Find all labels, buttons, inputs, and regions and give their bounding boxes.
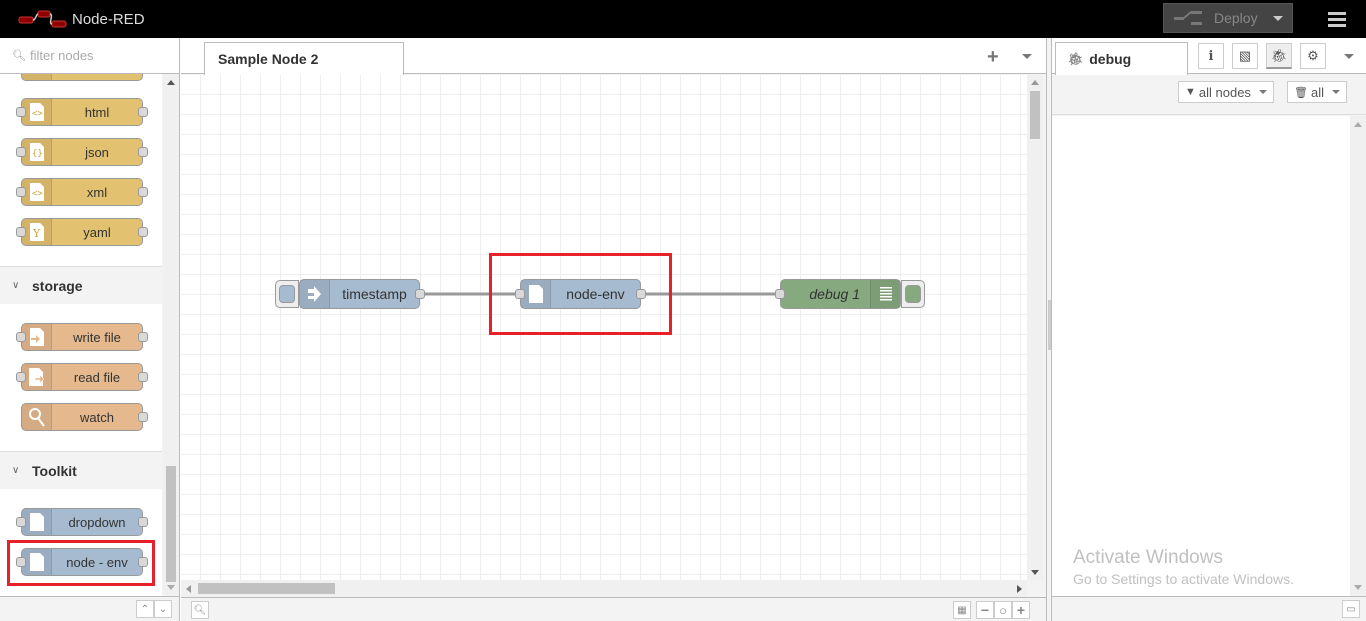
search-flows-button[interactable]: 🔍︎: [191, 601, 209, 619]
palette-node-read-file[interactable]: read file: [16, 363, 148, 391]
flow-node-debug-1[interactable]: debug 1: [775, 279, 901, 309]
sidebar-tabs-dropdown[interactable]: [1344, 54, 1354, 59]
deploy-button[interactable]: Deploy: [1163, 3, 1293, 33]
code-icon: <>: [22, 179, 52, 205]
debug-toggle-button[interactable]: [901, 280, 925, 308]
palette-node-list: csv <> html {} json <> xml Y yaml ∨ stor…: [0, 74, 162, 596]
deploy-icon: [1174, 11, 1202, 25]
yaml-icon: Y: [22, 219, 52, 245]
workspace-footer: 🔍︎ ▦ − ○ +: [181, 597, 1046, 621]
app-title: Node-RED: [72, 10, 145, 28]
category-toolkit-header[interactable]: ∨ Toolkit: [0, 451, 162, 489]
svg-text:<>: <>: [32, 109, 43, 119]
file-out-icon: [22, 364, 52, 390]
deploy-options-dropdown[interactable]: [1264, 4, 1292, 32]
palette-node-html[interactable]: <> html: [16, 98, 148, 126]
search-icon: [22, 404, 52, 430]
filter-icon: ▼: [1185, 86, 1196, 98]
file-in-icon: [22, 324, 52, 350]
debug-scrollbar[interactable]: [1350, 116, 1366, 596]
tab-sample-node-2[interactable]: Sample Node 2: [204, 42, 404, 75]
tab-debug[interactable]: 🐞︎ debug: [1055, 42, 1188, 75]
palette-footer: ⌃ ⌄: [0, 596, 179, 621]
palette-scrollbar[interactable]: [163, 74, 179, 596]
palette-node-yaml[interactable]: Y yaml: [16, 218, 148, 246]
output-port[interactable]: [415, 289, 425, 299]
debug-clear-dropdown[interactable]: 🗑︎ all: [1287, 81, 1347, 103]
chevron-down-icon: ∨: [12, 465, 20, 476]
canvas-horizontal-scrollbar[interactable]: [181, 580, 1027, 597]
flow-canvas[interactable]: timestamp node-env debug 1: [181, 75, 1027, 580]
debug-toolbar: ▼ all nodes 🗑︎ all: [1052, 75, 1366, 115]
workspace: Sample Node 2 + timestamp node-env debug…: [181, 38, 1046, 621]
bug-icon: 🐞︎: [1270, 47, 1288, 63]
zoom-in-button[interactable]: +: [1012, 601, 1030, 619]
palette-node-csv[interactable]: csv: [21, 74, 143, 81]
chevron-down-icon: ∨: [12, 280, 20, 291]
svg-text:<>: <>: [32, 189, 43, 199]
gear-icon: ⚙: [1307, 48, 1319, 63]
header-bar: Node-RED Deploy: [0, 0, 1366, 38]
palette-node-xml[interactable]: <> xml: [16, 178, 148, 206]
inject-arrow-icon: [300, 280, 330, 308]
sidebar: 🐞︎ debug i ▧ 🐞︎ ⚙ ▼ all nodes 🗑︎ all ▭: [1052, 38, 1366, 621]
flow-list-dropdown-icon[interactable]: [1022, 54, 1032, 59]
search-icon: 🔍︎: [193, 604, 207, 616]
search-icon: 🔍︎: [12, 50, 26, 62]
book-icon: ▧: [1238, 48, 1252, 63]
open-debug-window-button[interactable]: ▭: [1342, 600, 1360, 618]
node-red-logo-icon: [18, 10, 67, 28]
svg-text:{}: {}: [32, 149, 43, 159]
filter-nodes-input[interactable]: 🔍︎ filter nodes: [0, 38, 179, 74]
add-flow-button[interactable]: +: [987, 46, 999, 69]
collapse-all-button[interactable]: ⌃: [136, 600, 154, 618]
category-storage-header[interactable]: ∨ storage: [0, 266, 162, 304]
inject-trigger-button[interactable]: [275, 280, 299, 308]
debug-filter-dropdown[interactable]: ▼ all nodes: [1178, 81, 1274, 103]
debug-messages-panel: [1052, 116, 1350, 596]
palette-node-write-file[interactable]: write file: [16, 323, 148, 351]
workspace-tabs: Sample Node 2 +: [181, 38, 1046, 75]
main-menu-button[interactable]: [1320, 6, 1354, 32]
palette-node-watch[interactable]: watch: [21, 403, 148, 431]
input-port[interactable]: [775, 289, 785, 299]
highlight-box-palette-node-env: [7, 540, 155, 586]
info-tab-button[interactable]: i: [1198, 43, 1224, 69]
config-tab-button[interactable]: ⚙: [1300, 43, 1326, 69]
sidebar-tabs: 🐞︎ debug i ▧ 🐞︎ ⚙: [1052, 38, 1366, 75]
code-icon: <>: [22, 99, 52, 125]
caret-down-icon: [1273, 15, 1283, 21]
node-palette: 🔍︎ filter nodes csv <> html {} json <> x…: [0, 38, 180, 621]
debug-tab-button[interactable]: 🐞︎: [1266, 43, 1292, 69]
navigator-button[interactable]: ▦: [953, 601, 971, 619]
debug-list-icon: [870, 280, 900, 308]
svg-text:Y: Y: [32, 227, 41, 240]
zoom-out-button[interactable]: −: [976, 601, 994, 619]
zoom-reset-button[interactable]: ○: [994, 601, 1012, 619]
deploy-label: Deploy: [1214, 10, 1258, 26]
palette-node-json[interactable]: {} json: [16, 138, 148, 166]
file-icon: [22, 509, 52, 535]
trash-icon: 🗑︎: [1294, 86, 1308, 99]
expand-all-button[interactable]: ⌄: [154, 600, 172, 618]
filter-placeholder: filter nodes: [29, 48, 94, 63]
canvas-vertical-scrollbar[interactable]: [1027, 75, 1043, 580]
monitor-icon: ▭: [1346, 603, 1356, 615]
help-tab-button[interactable]: ▧: [1232, 43, 1258, 69]
bug-icon: 🐞︎: [1068, 52, 1084, 66]
app-logo: Node-RED: [18, 7, 145, 31]
flow-node-timestamp[interactable]: timestamp: [299, 279, 425, 309]
map-icon: ▦: [957, 604, 967, 616]
windows-activation-watermark: Activate Windows Go to Settings to activ…: [1073, 547, 1294, 587]
braces-icon: {}: [22, 139, 52, 165]
palette-node-dropdown[interactable]: dropdown: [16, 508, 148, 536]
highlight-box-flow-node-env: [489, 253, 672, 335]
sidebar-footer: ▭: [1052, 596, 1366, 621]
